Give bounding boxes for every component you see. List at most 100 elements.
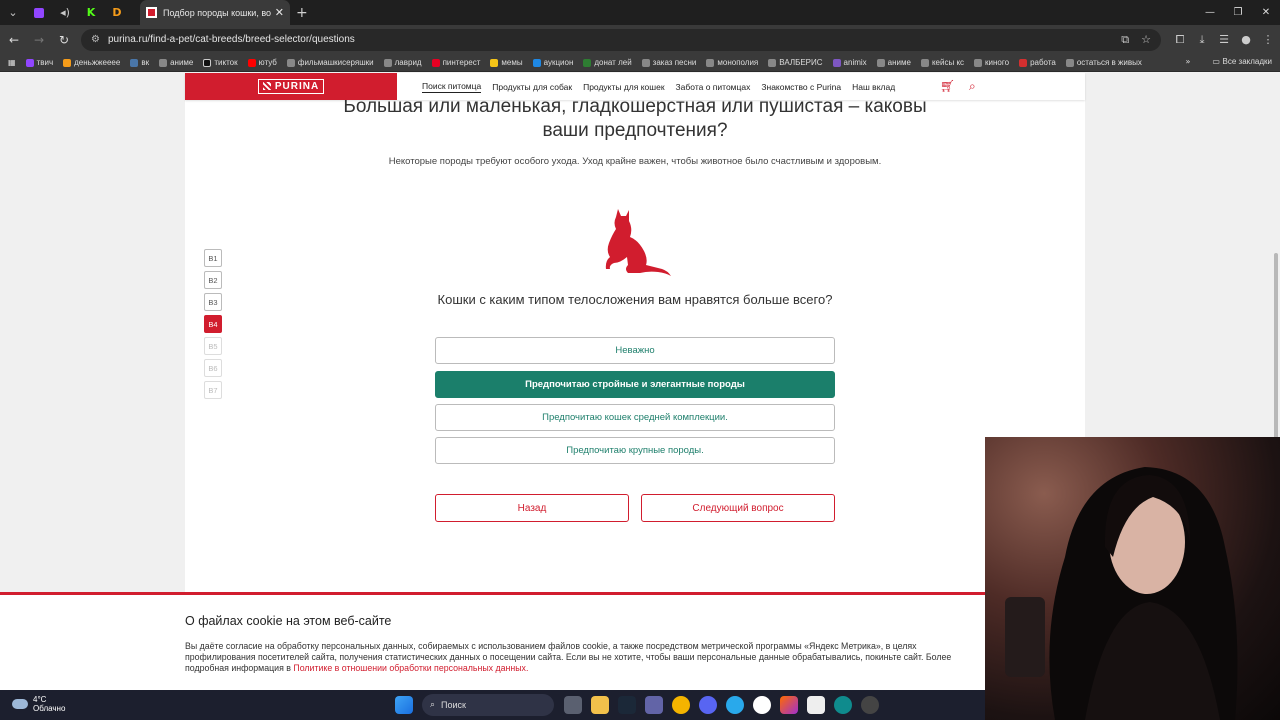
bookmark-label: аниме <box>887 58 911 67</box>
bookmark-item[interactable]: кейсы кс <box>920 58 964 67</box>
yandex-browser-icon[interactable] <box>753 696 771 714</box>
option-slender-selected[interactable]: Предпочитаю стройные и элегантные породы <box>435 371 835 398</box>
bookmark-item[interactable]: монополия <box>706 58 758 67</box>
bookmark-item[interactable]: мемы <box>490 58 523 67</box>
bookmark-item[interactable]: работа <box>1019 58 1056 67</box>
pinned-tab-kick[interactable]: K <box>78 0 104 25</box>
back-arrow-icon[interactable]: ← <box>3 33 25 47</box>
obs-icon[interactable] <box>861 696 879 714</box>
pinned-tab-audio[interactable]: ◂) <box>52 0 78 25</box>
purina-logo[interactable]: PURINA <box>257 79 325 94</box>
youtube-icon <box>247 58 256 67</box>
bookmark-item[interactable]: донат лей <box>583 58 632 67</box>
globe-icon <box>768 58 777 67</box>
bookmark-item[interactable]: деньжжееее <box>63 58 120 67</box>
new-tab-icon[interactable]: + <box>296 5 308 21</box>
steam-icon[interactable] <box>618 696 636 714</box>
search-icon[interactable]: ⌕ <box>969 79 976 94</box>
weather-widget[interactable]: 4°C Облачно <box>12 695 65 713</box>
apps-grid-icon[interactable]: ▦ <box>8 58 16 67</box>
chrome-icon[interactable] <box>672 696 690 714</box>
bookmark-item[interactable]: пинтерест <box>431 58 480 67</box>
bookmark-label: тикток <box>214 58 238 67</box>
bookmark-item[interactable]: лаврид <box>383 58 422 67</box>
privacy-policy-link[interactable]: Политике в отношении обработки персональ… <box>293 663 528 673</box>
step-item[interactable]: В2 <box>204 271 222 289</box>
step-item[interactable]: В1 <box>204 249 222 267</box>
option-no-matter[interactable]: Неважно <box>435 337 835 364</box>
bookmark-item[interactable]: animix <box>832 58 867 67</box>
bookmark-label: ютуб <box>258 58 277 67</box>
pinned-tab-donation[interactable]: D <box>104 0 130 25</box>
site-info-icon[interactable]: ⚙ <box>91 34 100 45</box>
close-tab-icon[interactable]: ✕ <box>275 6 284 19</box>
all-bookmarks-label: Все закладки <box>1222 57 1272 66</box>
nav-item-cat-products[interactable]: Продукты для кошек <box>583 82 664 92</box>
extensions-icon[interactable]: ⧠ <box>1169 33 1191 47</box>
nav-item-dog-products[interactable]: Продукты для собак <box>492 82 572 92</box>
maximize-icon[interactable]: ❐ <box>1224 0 1252 25</box>
purina-favicon-icon <box>146 7 157 18</box>
bookmark-item[interactable]: аниме <box>159 58 193 67</box>
tab-list-icon[interactable]: ⌄ <box>0 0 26 25</box>
globe-icon <box>706 58 715 67</box>
bookmark-item[interactable]: заказ песни <box>641 58 696 67</box>
teams-icon[interactable] <box>645 696 663 714</box>
bookmark-label: остаться в живых <box>1076 58 1142 67</box>
bookmark-item[interactable]: фильмашкисеряшки <box>286 58 374 67</box>
bookmark-item[interactable]: тикток <box>203 58 238 67</box>
bookmarks-bar: ▦ твич деньжжееее вк аниме тикток ютуб ф… <box>0 54 1280 72</box>
cart-icon[interactable]: 🛒︎ <box>940 79 955 93</box>
all-bookmarks[interactable]: » ▭ Все закладки <box>1186 57 1272 66</box>
nav-item-contribution[interactable]: Наш вклад <box>852 82 895 92</box>
bookmark-item[interactable]: твич <box>25 58 54 67</box>
bookmark-label: фильмашкисеряшки <box>297 58 374 67</box>
bookmark-item[interactable]: киного <box>974 58 1009 67</box>
file-explorer-icon[interactable] <box>591 696 609 714</box>
taskbar-apps: ⌕ Поиск <box>395 694 888 716</box>
option-large[interactable]: Предпочитаю крупные породы. <box>435 437 835 464</box>
toolbar-actions: ⧠ ⤓ ☰ ● ⋮ <box>1169 33 1279 47</box>
nav-item-about[interactable]: Знакомство с Purina <box>761 82 841 92</box>
option-medium[interactable]: Предпочитаю кошек средней комплекции. <box>435 404 835 431</box>
install-app-icon[interactable]: ⧉ <box>1121 33 1129 47</box>
nav-item-find-pet[interactable]: Поиск питомца <box>422 81 482 93</box>
bookmark-item[interactable]: аукцион <box>532 58 573 67</box>
bookmark-item[interactable]: ютуб <box>247 58 277 67</box>
url-text: purina.ru/find-a-pet/cat-breeds/breed-se… <box>107 34 355 45</box>
bookmark-label: твич <box>36 58 54 67</box>
step-item-current[interactable]: В4 <box>204 315 222 333</box>
app-icon[interactable] <box>780 696 798 714</box>
step-item[interactable]: В3 <box>204 293 222 311</box>
download-icon[interactable]: ⤓ <box>1191 33 1213 47</box>
forward-arrow-icon[interactable]: → <box>28 33 50 47</box>
globe-icon <box>1065 58 1074 67</box>
telegram-icon[interactable] <box>726 696 744 714</box>
bookmark-item[interactable]: вк <box>130 58 149 67</box>
bookmark-item[interactable]: ВАЛБЕРИС <box>768 58 823 67</box>
taskbar-search[interactable]: ⌕ Поиск <box>422 694 554 716</box>
more-bookmarks-icon[interactable]: » <box>1186 57 1191 66</box>
capcut-icon[interactable] <box>807 696 825 714</box>
next-question-button[interactable]: Следующий вопрос <box>641 494 835 522</box>
active-tab[interactable]: Подбор породы кошки, вопр ✕ <box>140 0 290 25</box>
nav-item-pet-care[interactable]: Забота о питомцах <box>676 82 751 92</box>
customize-icon[interactable]: ☰ <box>1213 33 1235 47</box>
windows-start-icon[interactable] <box>395 696 413 714</box>
bookmark-item[interactable]: остаться в живых <box>1065 58 1142 67</box>
profile-avatar-icon[interactable]: ● <box>1235 33 1257 47</box>
logo-area[interactable]: PURINA <box>185 73 397 100</box>
bookmark-item[interactable]: аниме <box>876 58 911 67</box>
address-bar[interactable]: ⚙ purina.ru/find-a-pet/cat-breeds/breed-… <box>81 28 1161 51</box>
back-button[interactable]: Назад <box>435 494 629 522</box>
bookmark-star-icon[interactable]: ☆ <box>1141 33 1151 46</box>
edge-icon[interactable] <box>834 696 852 714</box>
reload-icon[interactable]: ↻ <box>53 33 75 47</box>
minimize-icon[interactable]: — <box>1196 0 1224 25</box>
close-window-icon[interactable]: ✕ <box>1252 0 1280 25</box>
more-menu-icon[interactable]: ⋮ <box>1257 33 1279 47</box>
pinned-tab-twitch[interactable] <box>26 0 52 25</box>
task-view-icon[interactable] <box>564 696 582 714</box>
weather-temp: 4°C <box>33 695 47 704</box>
discord-icon[interactable] <box>699 696 717 714</box>
